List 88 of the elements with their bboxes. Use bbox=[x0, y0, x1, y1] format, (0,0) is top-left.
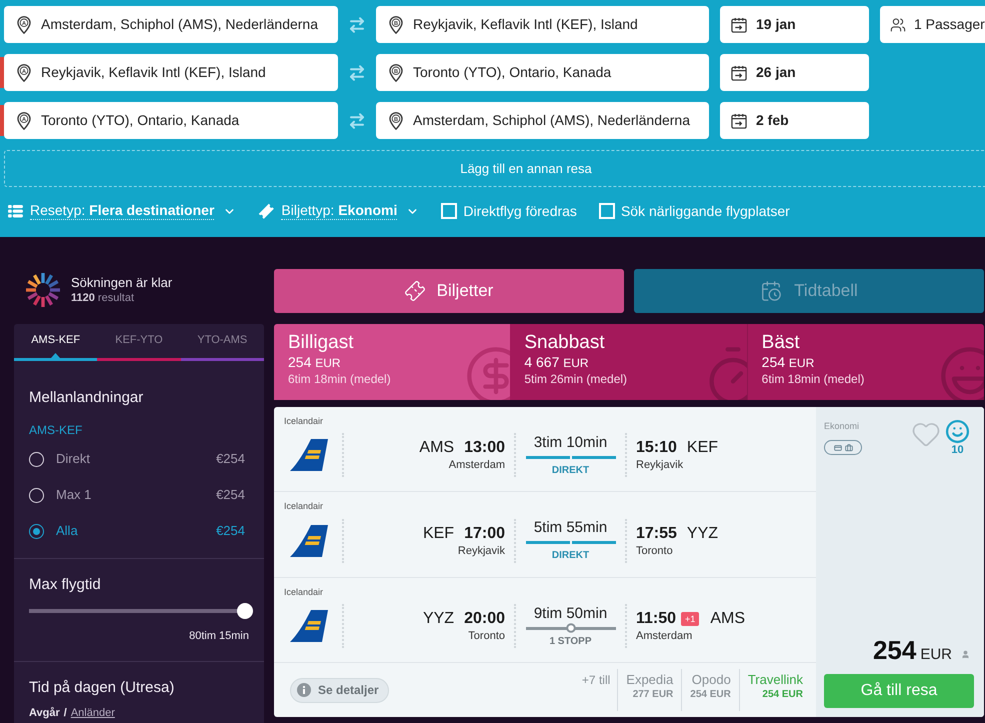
swap-icon[interactable] bbox=[348, 64, 366, 82]
person-icon bbox=[961, 650, 970, 658]
date-field[interactable]: 26 jan bbox=[720, 54, 869, 91]
calendar-clock-icon bbox=[760, 280, 782, 302]
ticket-icon bbox=[258, 203, 274, 219]
airline-name: Icelandair bbox=[284, 416, 324, 427]
checkbox[interactable] bbox=[441, 203, 458, 219]
sort-tab[interactable]: Snabbast 4 667 EUR 5tim 26min (medel) bbox=[510, 324, 747, 400]
city-name: Amsterdam bbox=[448, 458, 505, 472]
airplane-tail-icon bbox=[290, 524, 328, 556]
stops-label: 1 STOPP bbox=[549, 636, 592, 648]
city-name: Amsterdam bbox=[636, 629, 692, 643]
section-title: Max flygtid bbox=[29, 575, 102, 595]
city-name: Toronto bbox=[468, 629, 505, 643]
departure-time: 13:00 bbox=[464, 438, 505, 458]
airport-code: YYZ bbox=[422, 609, 454, 629]
option-price: €254 bbox=[216, 522, 245, 540]
flight-duration: 5tim 55min bbox=[534, 519, 608, 537]
city-name: Reykjavik bbox=[458, 544, 505, 558]
mode-toggle[interactable]: Avgår bbox=[29, 706, 60, 720]
airplane-tail-icon bbox=[290, 610, 328, 642]
departure-time: 20:00 bbox=[464, 609, 505, 629]
view-tab[interactable]: Biljetter bbox=[274, 269, 624, 313]
option-price: €254 bbox=[216, 486, 245, 504]
flight-duration: 3tim 10min bbox=[534, 434, 608, 452]
arrival-time: 17:55 bbox=[636, 524, 677, 544]
sort-tab[interactable]: Billigast 254 EUR 6tim 18min (medel) bbox=[274, 324, 510, 400]
flight-duration: 9tim 50min bbox=[534, 604, 608, 622]
airport-code: KEF bbox=[686, 438, 718, 458]
route-tab[interactable]: KEF-YTO bbox=[97, 324, 181, 361]
city-name: Toronto bbox=[636, 544, 673, 558]
airplane-tail-icon bbox=[290, 439, 328, 471]
radio-button[interactable] bbox=[29, 524, 44, 538]
status-title: Sökningen är klar bbox=[71, 275, 172, 291]
results-count: 1120 resultat bbox=[71, 291, 136, 305]
route-tab[interactable]: AMS-KEF bbox=[14, 324, 98, 361]
smiley-icon bbox=[940, 346, 984, 400]
separator-text: / bbox=[64, 706, 67, 720]
date-field[interactable]: 2 feb bbox=[720, 102, 869, 139]
baggage-icon bbox=[824, 440, 862, 455]
radio-button[interactable] bbox=[29, 488, 44, 502]
date-field[interactable]: 19 jan bbox=[720, 6, 869, 43]
swap-icon[interactable] bbox=[348, 112, 366, 130]
airport-code: AMS bbox=[419, 438, 454, 458]
stop-marker-icon bbox=[566, 623, 576, 633]
smiley-icon bbox=[945, 419, 970, 444]
departure-time: 17:00 bbox=[464, 524, 505, 544]
stops-label: DIREKT bbox=[552, 550, 590, 562]
passenger-field[interactable]: 1 Passager bbox=[880, 6, 985, 43]
currency: EUR bbox=[920, 644, 952, 664]
details-button[interactable]: Se detaljer bbox=[290, 678, 389, 702]
arrival-time: 15:10 bbox=[636, 438, 677, 458]
section-title: Tid på dagen (Utresa) bbox=[29, 678, 176, 698]
people-icon bbox=[890, 16, 906, 32]
info-icon bbox=[297, 683, 311, 697]
calendar-icon bbox=[731, 112, 747, 128]
radio-button[interactable] bbox=[29, 452, 44, 466]
duration-reading: 80tim 15min bbox=[189, 629, 249, 643]
list-icon bbox=[8, 204, 23, 218]
sort-tab[interactable]: Bäst 254 EUR 6tim 18min (medel) bbox=[746, 324, 984, 400]
stops-label: DIREKT bbox=[552, 464, 590, 476]
slider-thumb[interactable] bbox=[237, 603, 253, 619]
swap-icon[interactable] bbox=[348, 16, 366, 34]
airport-code: YYZ bbox=[686, 524, 718, 544]
dollar-coin-icon bbox=[466, 346, 510, 400]
checkbox[interactable] bbox=[598, 203, 615, 219]
section-title: Mellanlandningar bbox=[29, 388, 144, 408]
airline-name: Icelandair bbox=[284, 587, 324, 598]
day-offset-tag: +1 bbox=[681, 612, 700, 626]
route-tab[interactable]: YTO-AMS bbox=[180, 324, 264, 361]
leg-label: AMS-KEF bbox=[29, 423, 84, 437]
option-price: €254 bbox=[216, 450, 245, 468]
cabin-class: Ekonomi bbox=[824, 421, 860, 432]
airport-code: KEF bbox=[422, 524, 454, 544]
option-label[interactable]: Alla bbox=[56, 521, 78, 541]
airport-code: AMS bbox=[710, 609, 745, 629]
loading-spinner-icon bbox=[25, 272, 61, 308]
score: 10 bbox=[951, 444, 964, 457]
mode-link[interactable]: Anländer bbox=[70, 706, 115, 720]
city-name: Reykjavik bbox=[636, 458, 684, 472]
pointer-icon bbox=[51, 353, 60, 358]
calendar-icon bbox=[731, 64, 747, 80]
option-label[interactable]: Max 1 bbox=[56, 485, 92, 505]
airline-name: Icelandair bbox=[284, 501, 324, 512]
calendar-icon bbox=[731, 16, 747, 32]
option-label[interactable]: Direkt bbox=[56, 449, 90, 469]
total-price: 254 bbox=[872, 634, 916, 664]
arrival-time: 11:50 bbox=[636, 609, 676, 629]
